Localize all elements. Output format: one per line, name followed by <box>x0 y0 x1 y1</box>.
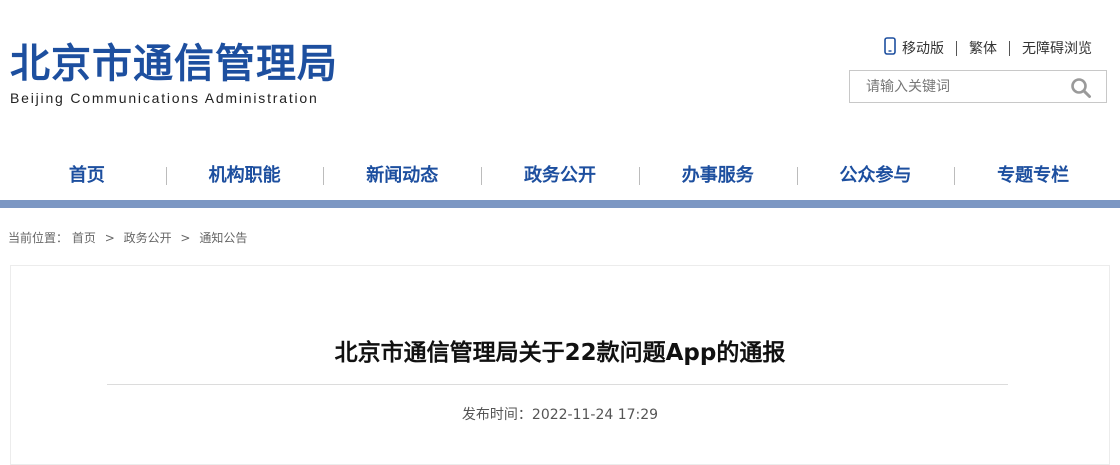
title-divider <box>107 384 1008 385</box>
publish-time: 2022-11-24 17:29 <box>531 407 659 423</box>
site-logo-title[interactable]: 北京市通信管理局 <box>10 38 338 90</box>
breadcrumb-separator: > <box>104 231 115 245</box>
site-logo-subtitle: Beijing Communications Administration <box>10 90 319 106</box>
nav-item-organization[interactable]: 机构职能 <box>165 157 324 195</box>
breadcrumb-separator: > <box>180 231 191 245</box>
breadcrumb: 当前位置： 首页 > 政务公开 > 通知公告 <box>8 229 247 246</box>
publish-info: 发布时间：2022-11-24 17:29 <box>0 404 1120 424</box>
phone-icon <box>884 37 896 59</box>
accessible-browsing-link[interactable]: 无障碍浏览 <box>1022 38 1092 58</box>
nav-item-special-topics[interactable]: 专题专栏 <box>954 157 1112 195</box>
breadcrumb-notices[interactable]: 通知公告 <box>199 231 247 245</box>
nav-item-news[interactable]: 新闻动态 <box>323 157 481 195</box>
article-title: 北京市通信管理局关于22款问题App的通报 <box>334 340 786 366</box>
breadcrumb-government-affairs[interactable]: 政务公开 <box>124 231 172 245</box>
link-separator <box>956 40 957 56</box>
link-separator <box>1009 40 1010 56</box>
nav-item-home[interactable]: 首页 <box>8 157 166 195</box>
nav-divider-bar <box>0 200 1120 208</box>
search-button[interactable] <box>1070 77 1092 99</box>
traditional-chinese-link[interactable]: 繁体 <box>969 38 997 58</box>
search-box <box>849 70 1107 103</box>
mobile-version-link[interactable]: 移动版 <box>884 37 944 59</box>
main-nav: 首页 机构职能 新闻动态 政务公开 办事服务 公众参与 专题专栏 <box>8 157 1112 195</box>
nav-item-public-participation[interactable]: 公众参与 <box>796 157 955 195</box>
search-input[interactable] <box>850 71 1076 102</box>
mobile-version-label: 移动版 <box>902 41 944 57</box>
nav-item-services[interactable]: 办事服务 <box>638 157 797 195</box>
publish-label: 发布时间： <box>461 407 532 423</box>
breadcrumb-label: 当前位置： <box>8 231 69 245</box>
search-icon <box>1071 78 1091 98</box>
breadcrumb-home[interactable]: 首页 <box>72 231 96 245</box>
top-utility-links: 移动版 繁体 无障碍浏览 <box>884 37 1092 59</box>
nav-item-government-affairs[interactable]: 政务公开 <box>481 157 639 195</box>
